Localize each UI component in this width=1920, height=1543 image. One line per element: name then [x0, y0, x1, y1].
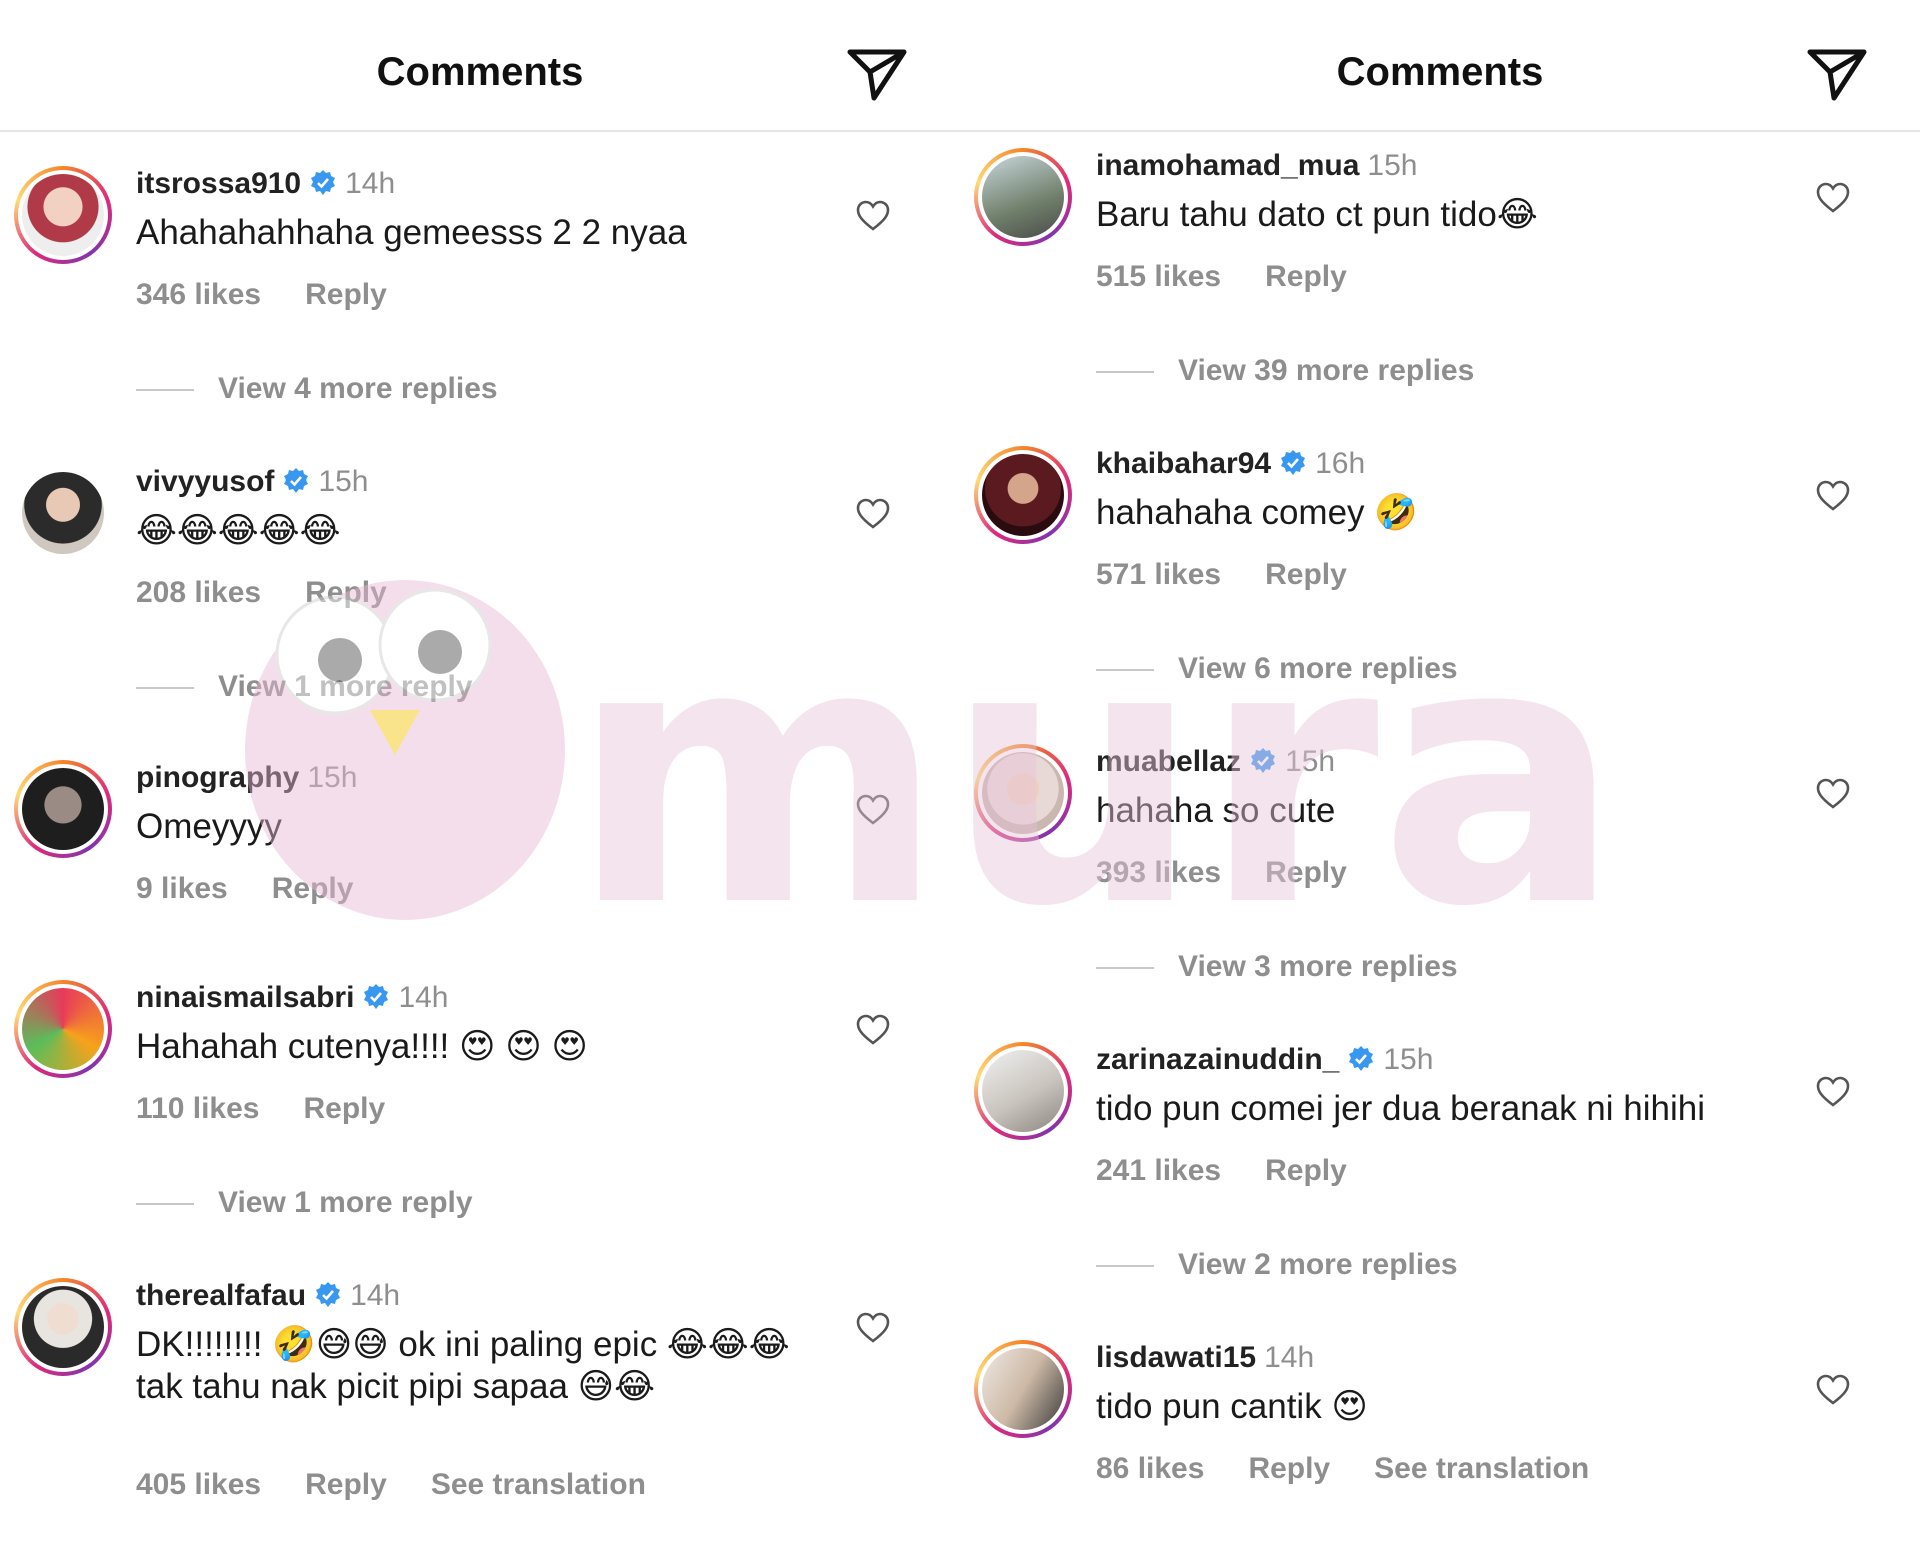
reply-button[interactable]: Reply	[305, 1468, 387, 1501]
comments-panel-right: Comments inamohamad_mua 15h Baru tahu dat…	[960, 0, 1920, 1543]
timestamp: 16h	[1315, 447, 1366, 480]
see-translation-button[interactable]: See translation	[431, 1468, 646, 1501]
view-replies[interactable]: View 1 more reply	[136, 1186, 473, 1220]
verified-badge-icon	[316, 1282, 341, 1307]
heart-icon[interactable]	[1816, 1374, 1850, 1406]
timestamp: 14h	[350, 1279, 401, 1312]
username[interactable]: lisdawati15	[1096, 1341, 1256, 1374]
heart-icon[interactable]	[1816, 1076, 1850, 1108]
comment-text: hahaha so cute	[1096, 791, 1336, 830]
avatar[interactable]	[974, 446, 1072, 544]
likes-count[interactable]: 515 likes	[1096, 260, 1221, 293]
view-replies[interactable]: View 2 more replies	[1096, 1248, 1458, 1282]
reply-button[interactable]: Reply	[303, 1092, 385, 1125]
timestamp: 15h	[1285, 745, 1336, 778]
username[interactable]: muabellaz	[1096, 745, 1241, 778]
view-replies[interactable]: View 3 more replies	[1096, 950, 1458, 984]
username[interactable]: khaibahar94	[1096, 447, 1271, 480]
heart-icon[interactable]	[1816, 480, 1850, 512]
likes-count[interactable]: 110 likes	[136, 1092, 259, 1125]
likes-count[interactable]: 86 likes	[1096, 1452, 1204, 1485]
likes-count[interactable]: 208 likes	[136, 576, 261, 609]
comment-text: Ahahahahhaha gemeesss 2 2 nyaa	[136, 213, 687, 252]
avatar[interactable]	[974, 1042, 1072, 1140]
timestamp: 15h	[307, 761, 358, 794]
verified-badge-icon	[284, 468, 309, 493]
view-replies[interactable]: View 1 more reply	[136, 670, 473, 704]
timestamp: 15h	[1383, 1043, 1434, 1076]
username[interactable]: vivyyusof	[136, 465, 274, 498]
avatar[interactable]	[14, 760, 112, 858]
comment-text: hahahaha comey 🤣	[1096, 493, 1418, 532]
heart-icon[interactable]	[856, 1014, 890, 1046]
comment-text: tido pun cantik 😍	[1096, 1387, 1368, 1426]
timestamp: 15h	[1367, 149, 1418, 182]
heart-icon[interactable]	[856, 794, 890, 826]
comments-panel-left: Comments itsrossa910 14h Ahahahahhaha gem…	[0, 0, 960, 1543]
avatar[interactable]	[974, 1340, 1072, 1438]
likes-count[interactable]: 9 likes	[136, 872, 228, 905]
avatar[interactable]	[14, 980, 112, 1078]
avatar[interactable]	[14, 464, 112, 562]
likes-count[interactable]: 571 likes	[1096, 558, 1221, 591]
see-translation-button[interactable]: See translation	[1374, 1452, 1589, 1485]
avatar[interactable]	[974, 744, 1072, 842]
comment-text: 😂😂😂😂😂	[136, 511, 341, 550]
verified-badge-icon	[311, 170, 336, 195]
avatar[interactable]	[14, 1278, 112, 1376]
verified-badge-icon	[1281, 450, 1306, 475]
verified-badge-icon	[364, 984, 389, 1009]
header: Comments	[960, 0, 1920, 132]
heart-icon[interactable]	[856, 200, 890, 232]
heart-icon[interactable]	[1816, 778, 1850, 810]
heart-icon[interactable]	[1816, 182, 1850, 214]
reply-button[interactable]: Reply	[1265, 260, 1347, 293]
avatar[interactable]	[14, 166, 112, 264]
avatar[interactable]	[974, 148, 1072, 246]
send-icon[interactable]	[846, 46, 908, 102]
verified-badge-icon	[1349, 1046, 1374, 1071]
reply-button[interactable]: Reply	[1265, 856, 1347, 889]
reply-button[interactable]: Reply	[1265, 558, 1347, 591]
comment-text: Hahahah cutenya!!!! 😍 😍 😍	[136, 1027, 588, 1066]
page-title: Comments	[376, 50, 584, 94]
comment-text: Baru tahu dato ct pun tido😂	[1096, 195, 1538, 234]
likes-count[interactable]: 241 likes	[1096, 1154, 1221, 1187]
reply-button[interactable]: Reply	[1248, 1452, 1330, 1485]
username[interactable]: ninaismailsabri	[136, 981, 354, 1014]
username[interactable]: inamohamad_mua	[1096, 149, 1359, 182]
likes-count[interactable]: 346 likes	[136, 278, 261, 311]
username[interactable]: itsrossa910	[136, 167, 301, 200]
reply-button[interactable]: Reply	[305, 278, 387, 311]
page-title: Comments	[1336, 50, 1544, 94]
timestamp: 14h	[1264, 1341, 1315, 1374]
send-icon[interactable]	[1806, 46, 1868, 102]
verified-badge-icon	[1251, 748, 1276, 773]
comment-text: Omeyyyy	[136, 807, 282, 846]
reply-button[interactable]: Reply	[272, 872, 354, 905]
view-replies[interactable]: View 39 more replies	[1096, 354, 1474, 388]
timestamp: 14h	[398, 981, 449, 1014]
username[interactable]: zarinazainuddin_	[1096, 1043, 1339, 1076]
timestamp: 15h	[318, 465, 369, 498]
username[interactable]: pinography	[136, 761, 299, 794]
comment-text: tido pun comei jer dua beranak ni hihihi	[1096, 1089, 1705, 1128]
view-replies[interactable]: View 6 more replies	[1096, 652, 1458, 686]
reply-button[interactable]: Reply	[1265, 1154, 1347, 1187]
reply-button[interactable]: Reply	[305, 576, 387, 609]
view-replies[interactable]: View 4 more replies	[136, 372, 498, 406]
comment-text: DK!!!!!!!! 🤣😅😅 ok ini paling epic 😂😂😂 ta…	[136, 1325, 790, 1406]
timestamp: 14h	[345, 167, 396, 200]
header: Comments	[0, 0, 960, 132]
likes-count[interactable]: 393 likes	[1096, 856, 1221, 889]
heart-icon[interactable]	[856, 1312, 890, 1344]
likes-count[interactable]: 405 likes	[136, 1468, 261, 1501]
username[interactable]: therealfafau	[136, 1279, 306, 1312]
heart-icon[interactable]	[856, 498, 890, 530]
